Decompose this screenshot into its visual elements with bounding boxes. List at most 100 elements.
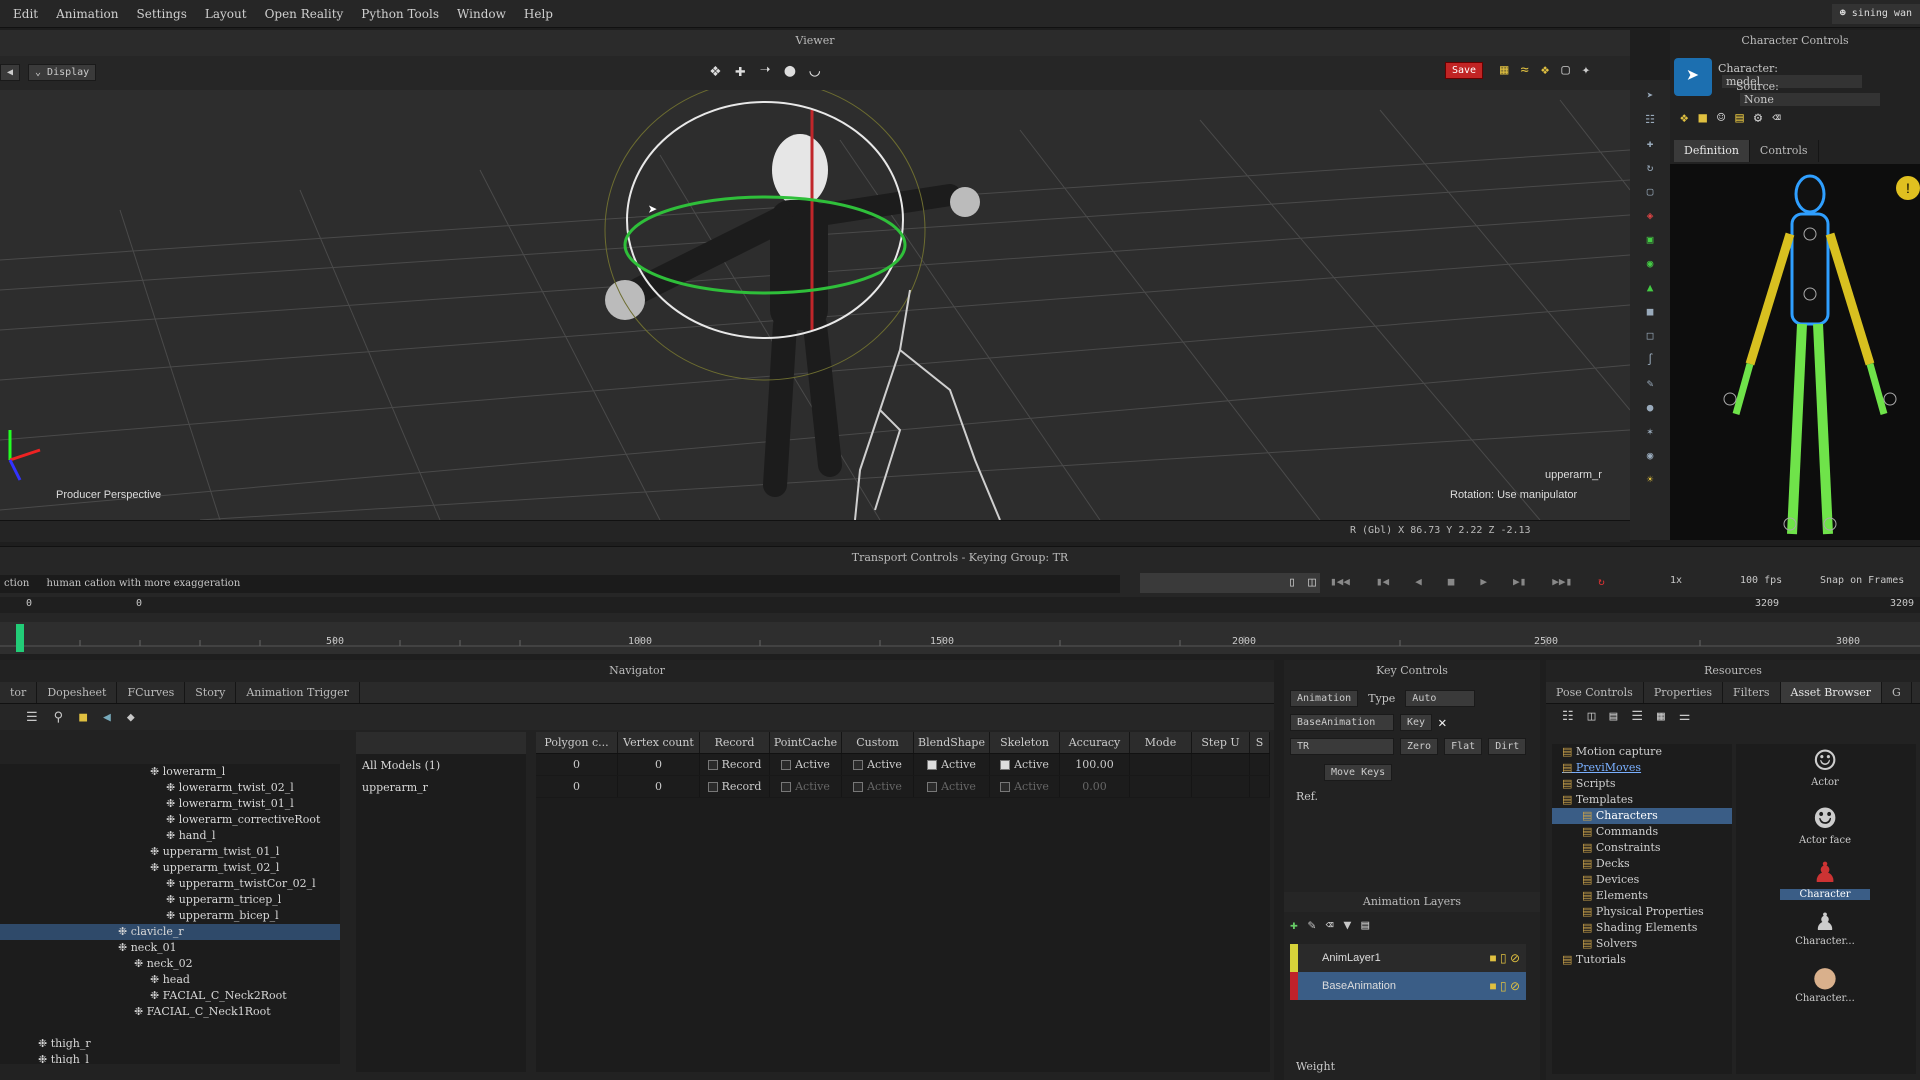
menu-help[interactable]: Help [515,7,562,21]
table-cell[interactable]: 0 [618,776,700,797]
curve-tool-icon[interactable]: ∫ [1639,350,1661,368]
back-icon[interactable]: ◀ [103,710,111,725]
animation-mode-button[interactable]: Animation [1290,690,1359,707]
layer-select[interactable]: BaseAnimation [1290,714,1394,731]
scale-tool-icon[interactable]: ▢ [1639,182,1661,200]
prev-key-icon[interactable]: ▮◀ [1376,575,1389,588]
gizmo-sphere-icon[interactable]: ● [785,60,796,81]
forward-icon[interactable]: ◆ [127,710,135,725]
checkbox[interactable] [1000,782,1011,792]
goto-start-icon[interactable]: ▮◀◀ [1330,575,1350,588]
tree-row[interactable]: ❉ hand_l [0,828,340,844]
tree-row[interactable]: ❉ head [0,972,340,988]
group-select[interactable]: TR [1290,738,1394,755]
take-description[interactable]: human cation with more exaggeration [36,578,240,589]
timeline-ruler[interactable] [0,622,1920,654]
resource-tree-item[interactable]: ▤ Physical Properties [1552,904,1732,920]
tree-row[interactable]: ❉ upperarm_twist_02_l [0,860,340,876]
close-icon[interactable]: ✕ [1438,715,1446,731]
tab-fcurves[interactable]: FCurves [117,682,186,703]
checkbox[interactable] [781,782,792,792]
character-schematic[interactable]: ! [1670,164,1920,540]
snap-select[interactable]: Snap on Frames [1820,575,1904,586]
trash-icon[interactable]: ⌫ [1772,110,1780,126]
folder-icon[interactable]: ▤ [1735,110,1743,126]
gizmo-arc-icon[interactable]: ◡ [809,60,820,81]
start-frame[interactable]: 0 [26,598,32,609]
resource-tree-item[interactable]: ▤ Elements [1552,888,1732,904]
lock-icon[interactable]: ■ [1698,110,1706,126]
tree-row[interactable]: ❉ clavicle_r [0,924,340,940]
light-tool-icon[interactable]: ✶ [1639,422,1661,440]
goto-end-icon[interactable]: ▶▶▮ [1552,575,1572,588]
key-button[interactable]: Key [1400,714,1433,731]
tab-properties[interactable]: Properties [1644,682,1724,703]
asset-character[interactable]: ♟ Character [1780,856,1870,910]
split-view-icon[interactable]: ◫ [1588,709,1596,724]
resource-tree-item[interactable]: ▤ Characters [1552,808,1732,824]
resource-tree-item[interactable]: ▤ Templates [1552,792,1732,808]
dirt-button[interactable]: Dirt [1488,738,1527,755]
checkbox[interactable] [853,760,864,770]
end-frame[interactable]: 3209 [1755,598,1779,609]
layer-lock-icon[interactable]: ■ ▯ ⊘ [1489,951,1520,965]
column-header[interactable]: S [1250,732,1270,753]
tab-filters[interactable]: Filters [1723,682,1781,703]
menu-window[interactable]: Window [448,7,515,21]
menu-edit[interactable]: Edit [4,7,47,21]
coord-y[interactable]: 2.22 [1458,525,1482,536]
gizmo-move-icon[interactable]: ❖ [710,60,721,81]
layer-lock-icon[interactable]: ■ ▯ ⊘ [1489,979,1520,993]
tree-row[interactable]: ❉ FACIAL_C_Neck2Root [0,988,340,1004]
table-cell[interactable]: Record [700,754,770,775]
layer-edit-icon[interactable]: ✎ [1308,918,1316,933]
coord-x[interactable]: 86.73 [1410,525,1440,536]
menu-open-reality[interactable]: Open Reality [256,7,353,21]
tab-asset-browser[interactable]: Asset Browser [1780,682,1882,703]
flat-button[interactable]: Flat [1444,738,1483,755]
checkbox[interactable] [1000,760,1011,770]
view-mode-toggle[interactable]: ▯ ◫ [1140,573,1320,593]
list-icon[interactable]: ☰ [26,710,38,725]
table-cell[interactable] [1192,776,1250,797]
column-header[interactable]: BlendShape [914,732,990,753]
loop-icon[interactable]: ↻ [1598,575,1605,588]
type-select[interactable]: Auto [1405,690,1476,707]
tools-icon[interactable]: ⚙ [1754,110,1762,126]
menu-animation[interactable]: Animation [47,7,127,21]
tree-row[interactable]: ❉ neck_01 [0,940,340,956]
viewport-3d[interactable] [0,90,1630,520]
tree-row[interactable]: ❉ upperarm_twistCor_02_l [0,876,340,892]
keyframe-icon[interactable]: ▦ [1500,62,1508,78]
table-cell[interactable] [1250,776,1270,797]
layer-merge-icon[interactable]: ▼ [1343,918,1351,933]
global-tool-icon[interactable]: ☷ [1639,110,1661,128]
save-button[interactable]: Save [1445,62,1484,79]
table-cell[interactable]: 100.00 [1060,754,1130,775]
globe-tool-icon[interactable]: ◉ [1639,254,1661,272]
tree-row[interactable]: ❉ lowerarm_correctiveRoot [0,812,340,828]
tab-navigator[interactable]: tor [0,682,38,703]
move-tool-icon[interactable]: ✚ [1639,134,1661,152]
resource-tree-item[interactable]: ▤ Tutorials [1552,952,1732,968]
table-cell[interactable]: Active [842,754,914,775]
snap-tool-icon[interactable]: ▣ [1639,230,1661,248]
select-tool-icon[interactable]: ➤ [1639,86,1661,104]
grid-view-icon[interactable]: ▦ [1657,709,1665,724]
tree-row[interactable]: ❉ upperarm_tricep_l [0,892,340,908]
column-header[interactable]: Mode [1130,732,1192,753]
gizmo-line-icon[interactable]: ➝ [760,60,771,81]
gizmo-translate-icon[interactable]: ✚ [735,60,746,81]
tree-row[interactable]: ❉ FACIAL_C_Neck1Root [0,1004,340,1020]
speed-select[interactable]: 1x [1670,575,1682,586]
filter-icon[interactable]: ⚲ [54,710,64,725]
take-select[interactable]: ction [0,578,33,589]
column-header[interactable]: PointCache [770,732,842,753]
rotate-tool-icon[interactable]: ↻ [1639,158,1661,176]
tab-dopesheet[interactable]: Dopesheet [37,682,118,703]
checkbox[interactable] [707,760,718,770]
tab-more[interactable]: G [1882,682,1912,703]
column-header[interactable]: Step U [1192,732,1250,753]
resource-tree-item[interactable]: ▤ Motion capture [1552,744,1732,760]
layer-delete-icon[interactable]: ⌫ [1326,918,1334,933]
